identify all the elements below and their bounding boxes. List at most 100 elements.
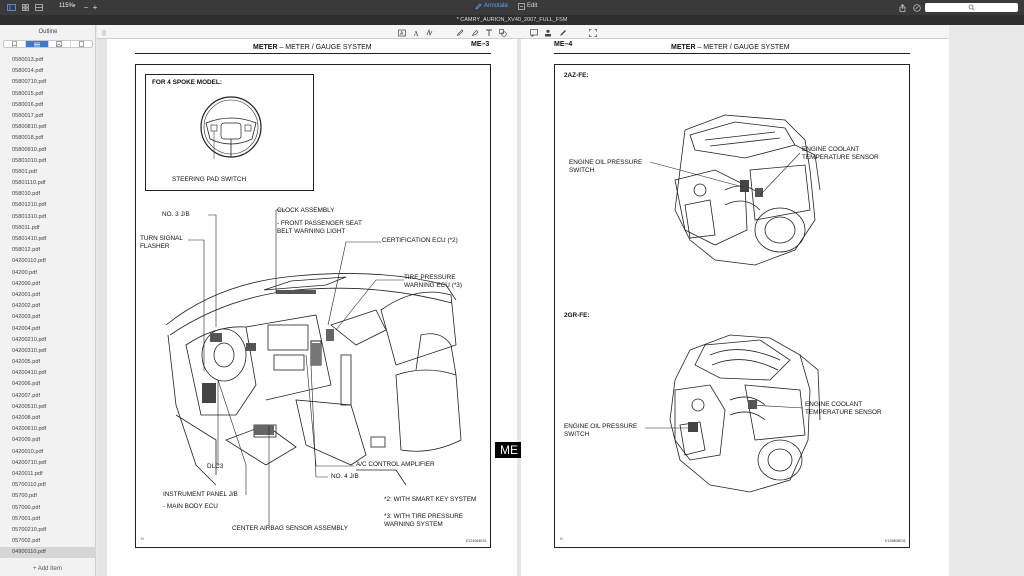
draw-icon[interactable]: [558, 28, 567, 37]
search-input[interactable]: [925, 3, 1018, 12]
signature-icon[interactable]: [425, 28, 434, 37]
edit-icon[interactable]: [518, 3, 525, 10]
grid-view-icon[interactable]: [21, 2, 30, 13]
main-body-ecu-label: - MAIN BODY ECU: [163, 503, 218, 510]
outline-item[interactable]: 057000.pdf: [0, 503, 96, 514]
outline-item[interactable]: 042001.pdf: [0, 290, 96, 301]
engine2-coolant-label: ENGINE COOLANT TEMPERATURE SENSOR: [805, 401, 882, 416]
bookmark-icon: [12, 41, 17, 47]
footer-mark: H: [560, 537, 563, 541]
tab-bookmarks[interactable]: [4, 41, 27, 47]
header-rest: – METER / GAUGE SYSTEM: [279, 44, 372, 51]
annotate-button[interactable]: Annotate: [484, 3, 508, 9]
tab-thumbnails[interactable]: [49, 41, 71, 47]
outline-item[interactable]: 05800910.pdf: [0, 145, 96, 156]
outline-item[interactable]: 04900110.pdf: [0, 547, 96, 559]
outline-item[interactable]: 042003.pdf: [0, 312, 96, 323]
outline-item[interactable]: 042008.pdf: [0, 413, 96, 424]
outline-item[interactable]: 0580018.pdf: [0, 133, 96, 144]
pdf-page-me4: ME–4 METER – METER / GAUGE SYSTEM 2AZ-FE…: [521, 39, 949, 576]
outline-item[interactable]: 05801210.pdf: [0, 200, 96, 211]
outline-item[interactable]: 042009.pdf: [0, 435, 96, 446]
outline-item[interactable]: 042004.pdf: [0, 324, 96, 335]
outline-item[interactable]: 0580016.pdf: [0, 100, 96, 111]
outline-item[interactable]: 0420011.pdf: [0, 469, 96, 480]
engine2-oil-pressure-label: ENGINE OIL PRESSURE SWITCH: [564, 423, 638, 438]
outline-item[interactable]: 05801.pdf: [0, 167, 96, 178]
text-tool-icon[interactable]: [484, 28, 493, 37]
text-select-icon[interactable]: A: [397, 28, 406, 37]
edit-button[interactable]: Edit: [527, 3, 537, 9]
outline-item[interactable]: 0580015.pdf: [0, 89, 96, 100]
outline-item[interactable]: 04200710.pdf: [0, 458, 96, 469]
outline-item[interactable]: 04200410.pdf: [0, 368, 96, 379]
zoom-in-icon[interactable]: +: [91, 2, 99, 13]
header-bold: METER: [253, 44, 278, 51]
outline-item[interactable]: 057002.pdf: [0, 536, 96, 547]
top-toolbar: 115% ▾ − + Annotate Edit: [0, 0, 1024, 15]
pen-icon[interactable]: [455, 28, 464, 37]
outline-item[interactable]: 0580014.pdf: [0, 66, 96, 77]
outline-item[interactable]: 058011.pdf: [0, 223, 96, 234]
zoom-dropdown-icon[interactable]: ▾: [73, 3, 76, 9]
outline-item[interactable]: 058010.pdf: [0, 189, 96, 200]
header-bold: METER: [671, 44, 696, 51]
outline-item[interactable]: 04200310.pdf: [0, 346, 96, 357]
add-item-button[interactable]: + Add Item: [33, 566, 62, 572]
outline-item[interactable]: 0580013.pdf: [0, 55, 96, 66]
figure-code: E126808E01: [885, 539, 906, 543]
text-style-icon[interactable]: A: [411, 28, 420, 37]
outline-item[interactable]: 0580017.pdf: [0, 111, 96, 122]
svg-text:A: A: [413, 30, 418, 37]
tab-pages[interactable]: [71, 41, 92, 47]
outline-item[interactable]: 05801410.pdf: [0, 234, 96, 245]
outline-item[interactable]: 042002.pdf: [0, 301, 96, 312]
outline-item[interactable]: 05800710.pdf: [0, 77, 96, 88]
ac-control-label: A/C CONTROL AMPLIFIER: [356, 461, 435, 468]
sidebar-title: Outline: [38, 29, 58, 35]
outline-item[interactable]: 05700110.pdf: [0, 480, 96, 491]
stamp-icon[interactable]: [543, 28, 552, 37]
sidebar-toggle-icon[interactable]: [7, 2, 16, 13]
outline-item[interactable]: 04200210.pdf: [0, 335, 96, 346]
outline-item[interactable]: 042005.pdf: [0, 357, 96, 368]
outline-item[interactable]: 05700210.pdf: [0, 525, 96, 536]
markup-icon[interactable]: [912, 2, 921, 13]
tab-outline[interactable]: [26, 41, 49, 47]
highlighter-icon[interactable]: [470, 28, 479, 37]
shapes-icon[interactable]: [498, 28, 507, 37]
outline-item[interactable]: 058012.pdf: [0, 245, 96, 256]
annotation-toolbar: A A: [97, 25, 949, 39]
outline-item[interactable]: 04200510.pdf: [0, 402, 96, 413]
figure-frame: 2AZ-FE: ENGINE OIL PRESSURE SWITCH ENGIN…: [554, 64, 910, 548]
outline-item[interactable]: 04200110.pdf: [0, 256, 96, 267]
annotate-pen-icon[interactable]: [475, 3, 482, 10]
outline-item[interactable]: 04200.pdf: [0, 268, 96, 279]
turn-signal-label: TURN SIGNAL FLASHER: [140, 235, 183, 250]
front-passenger-label: - FRONT PASSENGER SEAT BELT WARNING LIGH…: [277, 220, 362, 235]
pdf-viewer-window: 115% ▾ − + Annotate Edit * CAMRY_AURION_…: [0, 0, 1024, 576]
page-layout-icon[interactable]: [34, 2, 43, 13]
zoom-out-icon[interactable]: −: [82, 2, 90, 13]
share-icon[interactable]: [898, 2, 907, 13]
outline-item[interactable]: 05800810.pdf: [0, 122, 96, 133]
outline-item[interactable]: 042007.pdf: [0, 391, 96, 402]
handle-icon[interactable]: [99, 28, 108, 37]
note-icon[interactable]: [529, 28, 538, 37]
engine2-title: 2GR-FE:: [564, 312, 590, 319]
outline-item[interactable]: 04200610.pdf: [0, 424, 96, 435]
zoom-level[interactable]: 115%: [59, 3, 74, 9]
outline-item[interactable]: 042000.pdf: [0, 279, 96, 290]
outline-item[interactable]: 05700.pdf: [0, 491, 96, 502]
note-smart-key: *2: WITH SMART KEY SYSTEM: [384, 496, 477, 503]
page-number: ME–3: [471, 41, 490, 48]
figure-code: E124064E01: [466, 539, 487, 543]
outline-item[interactable]: 05801110.pdf: [0, 178, 96, 189]
outline-item[interactable]: 05801010.pdf: [0, 156, 96, 167]
crop-icon[interactable]: [588, 28, 597, 37]
outline-item[interactable]: 042006.pdf: [0, 379, 96, 390]
outline-item[interactable]: 0420010.pdf: [0, 447, 96, 458]
outline-item[interactable]: 05801310.pdf: [0, 212, 96, 223]
outline-item[interactable]: 057001.pdf: [0, 514, 96, 525]
note-tire-pressure: *3: WITH TIRE PRESSURE WARNING SYSTEM: [384, 513, 464, 528]
